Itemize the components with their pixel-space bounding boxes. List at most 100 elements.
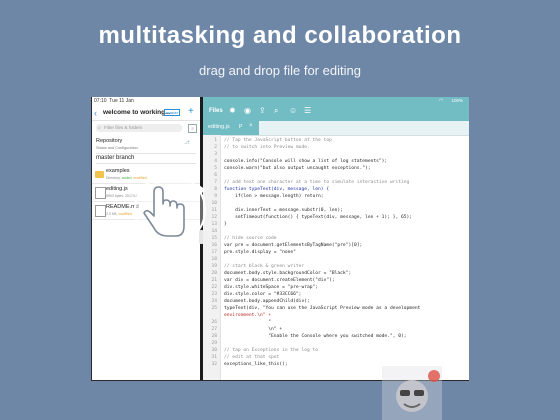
file-meta: 2.0 KB, modified	[106, 212, 132, 216]
code-line[interactable]: 8 function typeText(div, message, len) {	[203, 186, 469, 193]
code-line[interactable]: 7// add text one character at a time to …	[203, 179, 469, 186]
code-text: exceptions_like_this();	[224, 362, 288, 367]
editor-pane: ◠ 100% Files ✹ ◉ ⇪ ⌕ ☺ ☰ editing.js P × …	[203, 97, 469, 380]
code-line[interactable]: 24 document.body.appendChild(div);	[203, 298, 469, 305]
code-text: div.style.whiteSpace = "pre-wrap";	[224, 285, 319, 290]
code-text: function typeText(div, message, len) {	[224, 187, 330, 192]
editor-toolbar: ◠ 100% Files ✹ ◉ ⇪ ⌕ ☺ ☰	[203, 97, 469, 121]
code-line[interactable]: 12 setTimeout(function() { typeText(div,…	[203, 214, 469, 221]
search-icon: ⌕	[98, 125, 101, 131]
eye-icon[interactable]: ◉	[244, 106, 251, 115]
code-text: environment.\n" +	[224, 313, 272, 318]
code-line[interactable]: 15// hide source code	[203, 235, 469, 242]
code-text: typeText(div, "You can use the JavaScrip…	[224, 306, 421, 311]
code-text: setTimeout(function() { typeText(div, me…	[224, 215, 413, 220]
line-number: 24	[211, 299, 217, 304]
code-text: "	[224, 320, 272, 325]
code-line[interactable]: 2 // to switch into Preview mode.	[203, 144, 469, 151]
code-line[interactable]: 29	[203, 340, 469, 347]
code-line[interactable]: 5 console.warn("but also output uncaught …	[203, 165, 469, 172]
code-line[interactable]: 3	[203, 151, 469, 158]
code-text: var pre = document.getElementsByTagName(…	[224, 243, 363, 248]
smiley-icon[interactable]: ☺	[289, 106, 297, 115]
search-placeholder: Filter files & folders	[104, 125, 143, 130]
tab-label: editing.js	[208, 124, 230, 130]
watermark-logo-icon	[382, 366, 442, 420]
repo-title: welcome to working...	[103, 109, 171, 116]
battery-status: 100%	[451, 98, 463, 103]
code-line[interactable]: 6	[203, 172, 469, 179]
code-line[interactable]: 1 // Tap the JavaScript button at the top	[203, 137, 469, 144]
code-text: document.body.appendChild(div);	[224, 299, 310, 304]
code-line[interactable]: 28 "Enable the Console where you switche…	[203, 333, 469, 340]
code-text: // add text one character at a time to s…	[224, 180, 410, 185]
code-line[interactable]: 31 // edit at that spot	[203, 354, 469, 361]
code-line[interactable]: 20 document.body.style.backgroundColor = …	[203, 270, 469, 277]
repository-subtitle: Status and Configuration	[96, 146, 138, 150]
code-line[interactable]: 10	[203, 200, 469, 207]
code-text: div.style.color = "#33CC66";	[224, 292, 302, 297]
code-line[interactable]: 21 var div = document.createElement("div"…	[203, 277, 469, 284]
code-text: // to switch into Preview mode.	[224, 145, 310, 150]
code-line[interactable]: 16 var pre = document.getElementsByTagNam…	[203, 242, 469, 249]
chevron-left-icon[interactable]: ‹	[94, 108, 97, 118]
code-text: var div = document.createElement("div");	[224, 278, 335, 283]
git-icon: ⎇	[184, 140, 190, 146]
code-line[interactable]: 11 div.innerText = message.substr(0, len…	[203, 207, 469, 214]
line-number: 1	[214, 138, 217, 143]
code-line[interactable]: 4 console.info("Console will show a list …	[203, 158, 469, 165]
tab-editing-js[interactable]: editing.js P ×	[203, 121, 259, 135]
code-line[interactable]: 9 if(len > message.length) return;	[203, 193, 469, 200]
line-number: 28	[211, 334, 217, 339]
close-icon[interactable]: ×	[249, 123, 253, 129]
line-number: 31	[211, 355, 217, 360]
code-line[interactable]: 22 div.style.whiteSpace = "pre-wrap";	[203, 284, 469, 291]
code-text: "Enable the Console where you switched m…	[224, 334, 407, 339]
search-input[interactable]: ⌕ Filter files & folders	[96, 124, 182, 132]
line-number: 30	[211, 348, 217, 353]
code-text: }	[224, 222, 227, 227]
editor-tabbar: editing.js P ×	[203, 121, 469, 136]
line-number: 3	[214, 152, 217, 157]
line-number: 23	[211, 292, 217, 297]
gear-icon[interactable]: ✹	[229, 106, 236, 115]
pin-icon[interactable]: P	[239, 124, 242, 130]
wifi-icon: ◠	[439, 98, 444, 104]
code-line[interactable]: 27 \n" +	[203, 326, 469, 333]
code-text: pre.style.display = "none"	[224, 250, 296, 255]
code-line[interactable]: 13}	[203, 221, 469, 228]
repository-row[interactable]: Repository Status and Configuration ⎇	[96, 137, 196, 154]
line-number: 29	[211, 341, 217, 346]
code-text: // edit at that spot	[224, 355, 280, 360]
files-button[interactable]: Files	[209, 108, 223, 114]
file-browser-navbar: ‹ welcome to working... master +	[92, 106, 200, 121]
code-line[interactable]: 26 "	[203, 319, 469, 326]
file-icon	[95, 187, 106, 199]
sort-icon[interactable]: ≡	[188, 124, 197, 133]
code-line[interactable]: 30 // tap on Exceptions in the log to	[203, 347, 469, 354]
code-line[interactable]: 18	[203, 256, 469, 263]
code-text: console.warn("but also output uncaught e…	[224, 166, 371, 171]
code-line[interactable]: 19 // start black & green writer	[203, 263, 469, 270]
code-text: // tap on Exceptions in the log to	[224, 348, 319, 353]
drag-hand-icon	[134, 174, 206, 246]
plus-icon[interactable]: +	[188, 106, 194, 117]
line-number: 25	[211, 306, 217, 311]
code-text: div.innerText = message.substr(0, len);	[224, 208, 343, 213]
code-line[interactable]: 23 div.style.color = "#33CC66";	[203, 291, 469, 298]
search-icon[interactable]: ⌕	[274, 106, 278, 116]
line-number: 18	[211, 257, 217, 262]
menu-icon[interactable]: ☰	[304, 106, 311, 115]
file-name: examples	[106, 168, 130, 174]
code-text: console.info("Console will show a list o…	[224, 159, 388, 164]
line-number: 26	[211, 320, 217, 325]
code-text: if(len > message.length) return;	[224, 194, 324, 199]
code-line[interactable]: 25 typeText(div, "You can use the JavaScr…	[203, 305, 469, 312]
branch-badge[interactable]: master	[164, 109, 181, 116]
line-number: 32	[211, 362, 217, 367]
code-line[interactable]: environment.\n" +	[203, 312, 469, 319]
code-line[interactable]: 17 pre.style.display = "none"	[203, 249, 469, 256]
code-line[interactable]: 14	[203, 228, 469, 235]
line-number: 27	[211, 327, 217, 332]
share-icon[interactable]: ⇪	[259, 106, 266, 115]
